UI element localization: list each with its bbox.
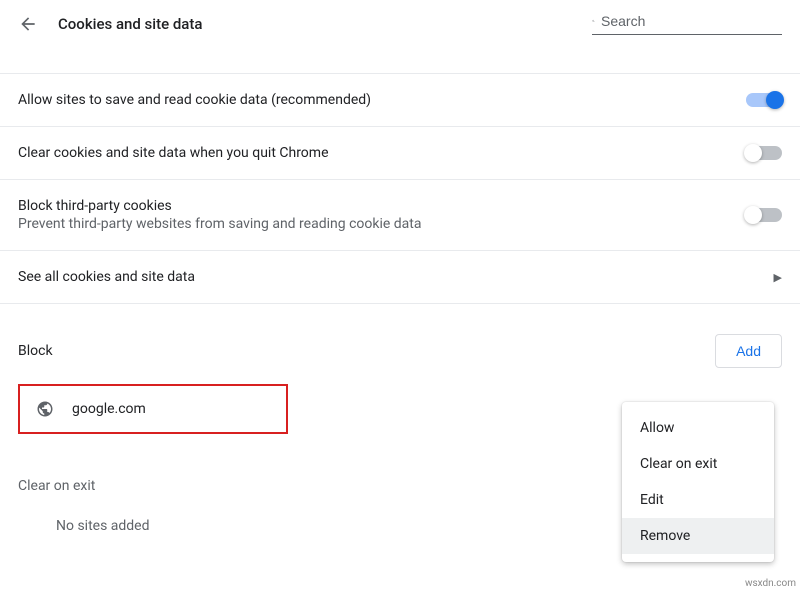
see-all-cookies-link[interactable]: See all cookies and site data ▶ (0, 251, 800, 304)
block-third-party-row: Block third-party cookies Prevent third-… (0, 180, 800, 251)
menu-allow[interactable]: Allow (622, 410, 774, 446)
chevron-right-icon: ▶ (774, 271, 782, 284)
back-button[interactable] (18, 14, 38, 34)
block-section-label: Block (18, 343, 53, 359)
globe-icon (36, 400, 54, 418)
menu-clear-on-exit[interactable]: Clear on exit (622, 446, 774, 482)
block-section-header: Block Add (0, 304, 800, 374)
arrow-left-icon (18, 14, 38, 34)
watermark: wsxdn.com (745, 578, 796, 589)
menu-remove[interactable]: Remove (622, 518, 774, 554)
clear-on-quit-toggle[interactable] (746, 146, 782, 160)
allow-cookies-toggle[interactable] (746, 93, 782, 107)
add-block-button[interactable]: Add (715, 334, 782, 368)
allow-cookies-row: Allow sites to save and read cookie data… (0, 73, 800, 127)
block-third-party-label: Block third-party cookies (18, 198, 421, 214)
menu-edit[interactable]: Edit (622, 482, 774, 518)
see-all-label: See all cookies and site data (18, 269, 195, 285)
site-context-menu: Allow Clear on exit Edit Remove (622, 402, 774, 562)
clear-on-quit-label: Clear cookies and site data when you qui… (18, 145, 329, 161)
block-third-party-sublabel: Prevent third-party websites from saving… (18, 216, 421, 232)
block-third-party-toggle[interactable] (746, 208, 782, 222)
search-input[interactable] (601, 13, 782, 29)
search-field[interactable] (592, 12, 782, 35)
page-title: Cookies and site data (58, 15, 572, 33)
allow-cookies-label: Allow sites to save and read cookie data… (18, 92, 371, 108)
blocked-site-entry[interactable]: google.com (18, 384, 288, 434)
clear-on-quit-row: Clear cookies and site data when you qui… (0, 127, 800, 180)
search-icon (592, 12, 595, 30)
blocked-site-name: google.com (72, 401, 146, 417)
